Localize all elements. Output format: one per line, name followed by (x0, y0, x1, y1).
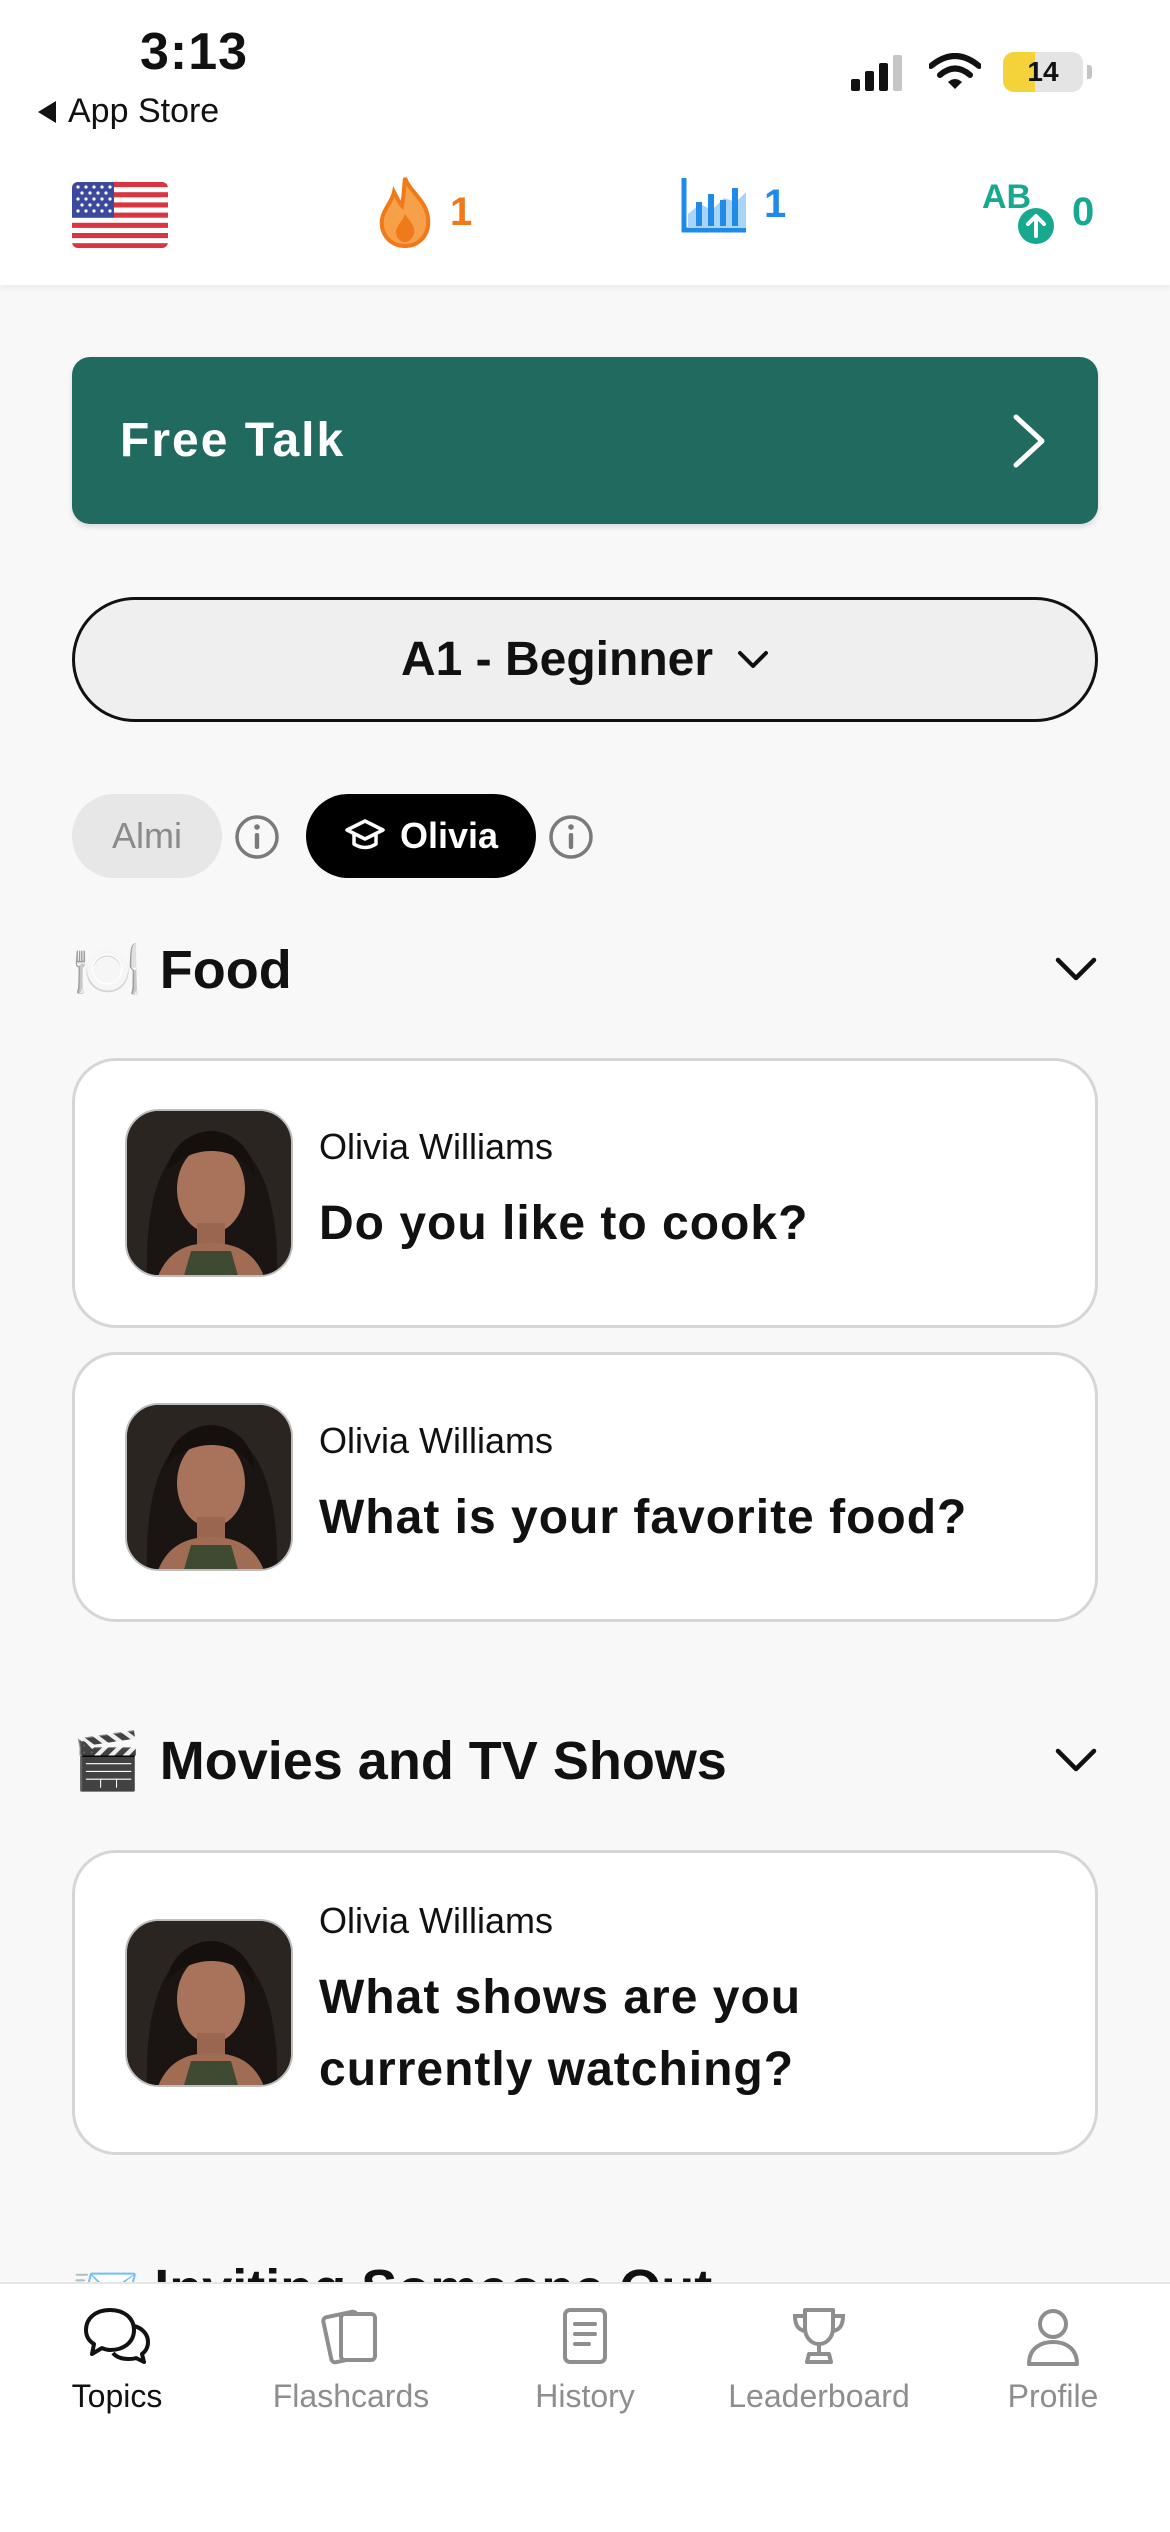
back-app-label: App Store (68, 92, 220, 130)
topic-card[interactable]: Olivia Williams What is your favorite fo… (72, 1352, 1098, 1622)
tab-label: History (535, 2378, 635, 2414)
info-icon[interactable] (234, 814, 280, 860)
card-author: Olivia Williams (319, 1420, 553, 1461)
card-question: What shows are you currently watching? (319, 1970, 802, 2096)
status-icons: 14 (849, 52, 1092, 92)
tab-leaderboard[interactable]: Leaderboard (702, 2284, 936, 2532)
section-header-food[interactable]: 🍽️ Food (72, 930, 1098, 1010)
tab-label: Flashcards (272, 2378, 430, 2414)
tutor-chip-almi[interactable]: Almi (72, 794, 222, 878)
back-to-app-store[interactable]: App Store (38, 92, 219, 131)
topic-card[interactable]: Olivia Williams What shows are you curre… (72, 1850, 1098, 2155)
flashcards-icon (321, 2309, 377, 2365)
chat-bubbles-icon (84, 2308, 150, 2364)
tab-flashcards[interactable]: Flashcards (234, 2284, 468, 2532)
card-question: Do you like to cook? (319, 1197, 809, 1250)
topic-card[interactable]: Olivia Williams Do you like to cook? (72, 1058, 1098, 1328)
tutor-chip-olivia[interactable]: Olivia (306, 794, 536, 878)
free-talk-button[interactable]: Free Talk (72, 357, 1098, 524)
tab-history[interactable]: History (468, 2284, 702, 2532)
back-triangle-icon (38, 100, 56, 123)
svg-text:AB: AB (982, 178, 1031, 216)
person-icon (1027, 2309, 1079, 2366)
graduation-cap-icon (345, 819, 385, 850)
level-select-label: A1 - Beginner (400, 633, 714, 686)
level-count: 1 (764, 181, 787, 226)
level-stat[interactable]: 1 (680, 174, 786, 234)
ab-up-icon: AB (982, 178, 1054, 244)
section-title-wrap: 🍽️ Food (72, 939, 292, 1001)
tab-profile[interactable]: Profile (936, 2284, 1170, 2532)
status-bar: 3:13 App Store 14 (0, 0, 1170, 160)
chevron-right-icon (1013, 414, 1045, 467)
section-header-movies[interactable]: 🎬 Movies and TV Shows (72, 1721, 1098, 1801)
info-icon[interactable] (548, 814, 594, 860)
card-author: Olivia Williams (319, 1899, 553, 1941)
tutor-chip-label: Olivia (399, 815, 499, 856)
clapperboard-icon: 🎬 (72, 1729, 142, 1792)
avatar (125, 1403, 293, 1571)
section-title: Food (159, 940, 292, 1000)
battery-indicator: 14 (1003, 52, 1083, 92)
level-select[interactable]: A1 - Beginner (72, 597, 1098, 722)
section-title: Movies and TV Shows (159, 1731, 727, 1791)
chevron-down-icon[interactable] (1054, 956, 1098, 984)
bottom-tab-bar: Topics Flashcards History Leaderboard Pr… (0, 2282, 1170, 2532)
battery-nub (1087, 65, 1092, 79)
card-author: Olivia Williams (319, 1126, 553, 1167)
trophy-icon (792, 2308, 846, 2364)
card-text: Olivia Williams What shows are you curre… (319, 1900, 1019, 2106)
words-count: 0 (1072, 189, 1095, 234)
tab-label: Profile (1007, 2378, 1099, 2414)
cellular-signal-icon (851, 55, 902, 91)
tab-topics[interactable]: Topics (0, 2284, 234, 2532)
flame-icon (379, 177, 431, 249)
chevron-down-icon[interactable] (1054, 1747, 1098, 1775)
top-stats-bar: 1 1 AB 0 (0, 160, 1170, 285)
streak-stat[interactable]: 1 (374, 174, 472, 250)
bar-chart-icon (681, 178, 746, 233)
streak-count: 1 (450, 189, 473, 234)
section-title-wrap: 🎬 Movies and TV Shows (72, 1730, 727, 1792)
words-stat[interactable]: AB 0 (982, 174, 1094, 250)
chevron-down-icon (738, 650, 769, 668)
card-text: Olivia Williams Do you like to cook? (319, 1126, 808, 1260)
card-question: What is your favorite food? (319, 1491, 968, 1544)
tutor-chip-label: Almi (112, 815, 182, 856)
avatar (125, 1918, 293, 2087)
card-text: Olivia Williams What is your favorite fo… (319, 1420, 967, 1554)
free-talk-label: Free Talk (120, 414, 346, 467)
tab-label: Leaderboard (728, 2378, 910, 2414)
us-flag-icon[interactable] (72, 182, 168, 248)
battery-level: 14 (1027, 56, 1059, 87)
avatar (125, 1109, 293, 1277)
tab-label: Topics (71, 2378, 163, 2414)
document-icon (563, 2308, 607, 2364)
plate-icon: 🍽️ (72, 938, 142, 1001)
status-time: 3:13 (140, 23, 249, 81)
wifi-icon (929, 53, 981, 89)
